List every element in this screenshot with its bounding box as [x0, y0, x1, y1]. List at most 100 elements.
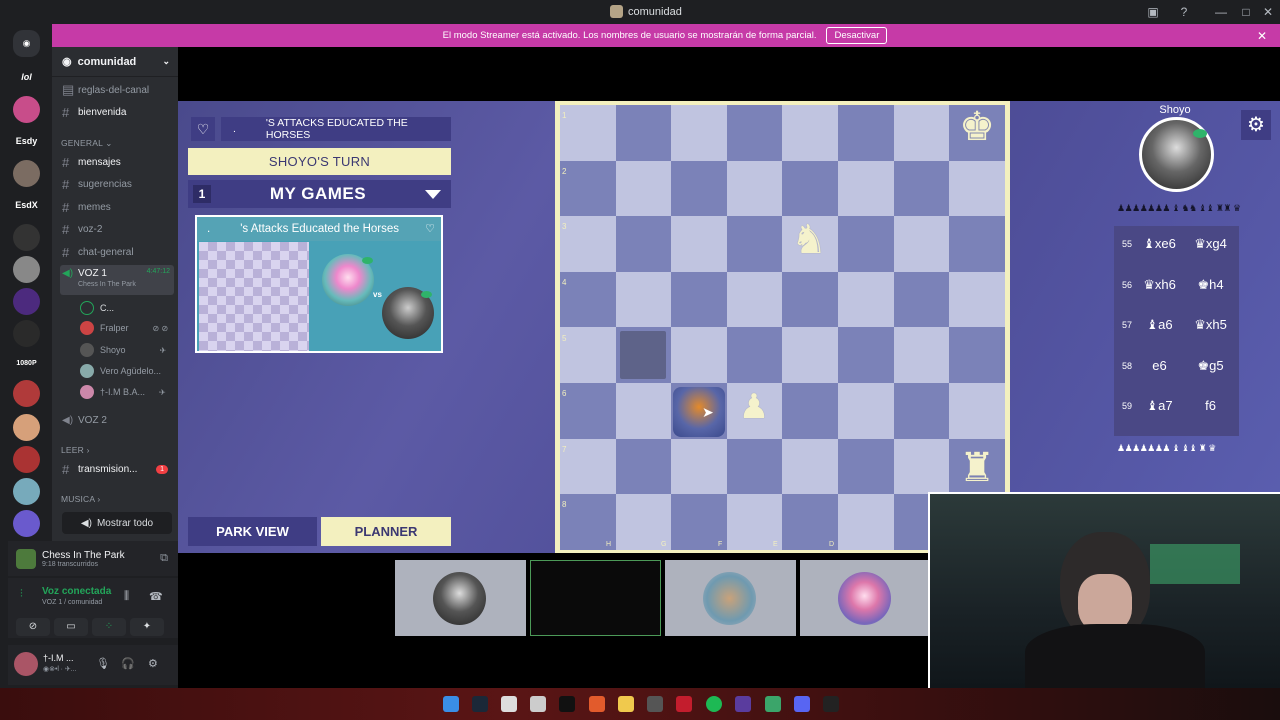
server-icon-grey[interactable] — [13, 256, 40, 283]
server-icon-dark[interactable] — [13, 224, 40, 251]
knight-piece[interactable]: ♞ — [786, 220, 832, 270]
board-square[interactable] — [782, 271, 838, 328]
board-square[interactable] — [949, 271, 1005, 328]
channel-mensajes[interactable]: # mensajes — [60, 152, 174, 172]
noise-icon[interactable]: ⫼ — [124, 590, 129, 603]
white-move[interactable]: ♝a6 — [1137, 311, 1182, 339]
board-square[interactable] — [615, 216, 672, 272]
white-move[interactable]: ♝xe6 — [1137, 230, 1182, 258]
board-square[interactable] — [615, 160, 672, 217]
player-thumb[interactable] — [665, 560, 796, 636]
minimize-button[interactable]: — — [1213, 4, 1229, 20]
white-move[interactable]: e6 — [1137, 352, 1182, 380]
board-square[interactable] — [893, 160, 950, 217]
server-esdx[interactable]: EsdX — [13, 192, 40, 219]
black-move[interactable]: f6 — [1188, 392, 1233, 420]
board-square[interactable] — [893, 271, 950, 328]
brave-icon[interactable] — [589, 696, 605, 712]
board-square[interactable] — [560, 105, 616, 161]
black-move[interactable]: ♚h4 — [1188, 271, 1233, 299]
board-square[interactable] — [671, 327, 727, 383]
black-move[interactable]: ♚g5 — [1188, 352, 1233, 380]
store-icon[interactable] — [530, 696, 546, 712]
board-square[interactable] — [560, 383, 616, 439]
server-icon-tech[interactable] — [13, 320, 40, 347]
close-window-button[interactable]: ✕ — [1260, 4, 1276, 20]
board-square[interactable] — [949, 383, 1005, 439]
popout-icon[interactable]: ⧉ — [160, 552, 168, 565]
board-square[interactable] — [838, 494, 894, 550]
maximize-button[interactable]: □ — [1238, 4, 1254, 20]
heart-icon[interactable]: ♡ — [425, 222, 435, 235]
board-square[interactable] — [671, 105, 727, 161]
board-square[interactable] — [671, 271, 727, 328]
board-square[interactable] — [560, 327, 616, 383]
board-square[interactable] — [949, 216, 1005, 272]
voice-member[interactable]: Fralper ⊘ ⊘ — [80, 320, 168, 336]
board-square[interactable] — [893, 438, 950, 495]
capcut-icon[interactable] — [823, 696, 839, 712]
board-square[interactable] — [726, 327, 783, 383]
white-move[interactable]: ♛xh6 — [1137, 271, 1182, 299]
board-square[interactable] — [560, 271, 616, 328]
channel-transmision[interactable]: # transmision... 1 — [60, 459, 174, 479]
voice-channel-voz2[interactable]: ◀) VOZ 2 — [60, 410, 174, 430]
channel-reglas[interactable]: ▤ reglas-del-canal — [60, 80, 174, 100]
discord-icon[interactable] — [794, 696, 810, 712]
king-piece[interactable]: ♚ — [954, 107, 1000, 157]
channel-memes[interactable]: # memes — [60, 197, 174, 217]
board-square[interactable] — [838, 327, 894, 383]
spotify-icon[interactable] — [706, 696, 722, 712]
explorer-icon[interactable] — [618, 696, 634, 712]
game-card[interactable]: .'s Attacks Educated the Horses ♡ vs — [195, 215, 443, 353]
gear-icon[interactable]: ⚙ — [1241, 110, 1271, 140]
category-musica[interactable]: MUSICA › — [61, 494, 100, 504]
inbox-icon[interactable]: ▣ — [1145, 4, 1161, 20]
server-icon-pink[interactable] — [13, 96, 40, 123]
camera-off-button[interactable]: ⊘ — [16, 618, 50, 636]
board-square[interactable] — [893, 327, 950, 383]
board-square[interactable] — [671, 438, 727, 495]
board-square[interactable] — [838, 160, 894, 217]
server-esdy[interactable]: Esdy — [13, 128, 40, 155]
board-square[interactable] — [671, 216, 727, 272]
board-square[interactable] — [615, 271, 672, 328]
board-square[interactable] — [782, 160, 838, 217]
board-square[interactable] — [838, 105, 894, 161]
channel-voz-2[interactable]: # voz-2 — [60, 219, 174, 239]
player-thumb-empty[interactable] — [530, 560, 661, 636]
server-lol[interactable]: lol — [13, 64, 40, 91]
headphones-icon[interactable]: 🎧 — [121, 657, 135, 670]
board-square[interactable] — [949, 160, 1005, 217]
tiktok-icon[interactable] — [559, 696, 575, 712]
player-thumb[interactable] — [800, 560, 928, 636]
heart-icon[interactable]: ♡ — [191, 117, 215, 141]
server-avatar[interactable] — [13, 160, 40, 187]
board-square[interactable] — [671, 160, 727, 217]
board-square[interactable] — [782, 438, 838, 495]
board-square[interactable] — [893, 105, 950, 161]
white-move[interactable]: ♝a7 — [1137, 392, 1182, 420]
channel-sugerencias[interactable]: # sugerencias — [60, 174, 174, 194]
my-games-header[interactable]: 1 MY GAMES — [188, 180, 451, 208]
category-leer[interactable]: LEER › — [61, 445, 90, 455]
voice-member[interactable]: †-I.M B.A... ✈ — [80, 384, 166, 400]
board-square[interactable] — [782, 383, 838, 439]
board-square[interactable] — [726, 271, 783, 328]
board-square[interactable] — [726, 216, 783, 272]
planner-button[interactable]: PLANNER — [321, 517, 451, 546]
disconnect-icon[interactable]: ☎ — [149, 590, 163, 603]
board-square[interactable] — [726, 160, 783, 217]
board-square[interactable] — [893, 383, 950, 439]
board-square[interactable] — [615, 383, 672, 439]
soundboard-button[interactable]: ✦ — [130, 618, 164, 636]
voice-member[interactable]: Shoyo ✈ — [80, 342, 166, 358]
avatar[interactable] — [14, 652, 38, 676]
help-icon[interactable]: ? — [1176, 4, 1192, 20]
microphone-icon[interactable]: 🎙 — [96, 657, 110, 670]
voice-member[interactable]: Vero Agüdelo... — [80, 363, 161, 379]
board-square[interactable] — [782, 327, 838, 383]
board-square[interactable] — [560, 216, 616, 272]
board-square[interactable] — [838, 216, 894, 272]
board-square[interactable] — [838, 438, 894, 495]
